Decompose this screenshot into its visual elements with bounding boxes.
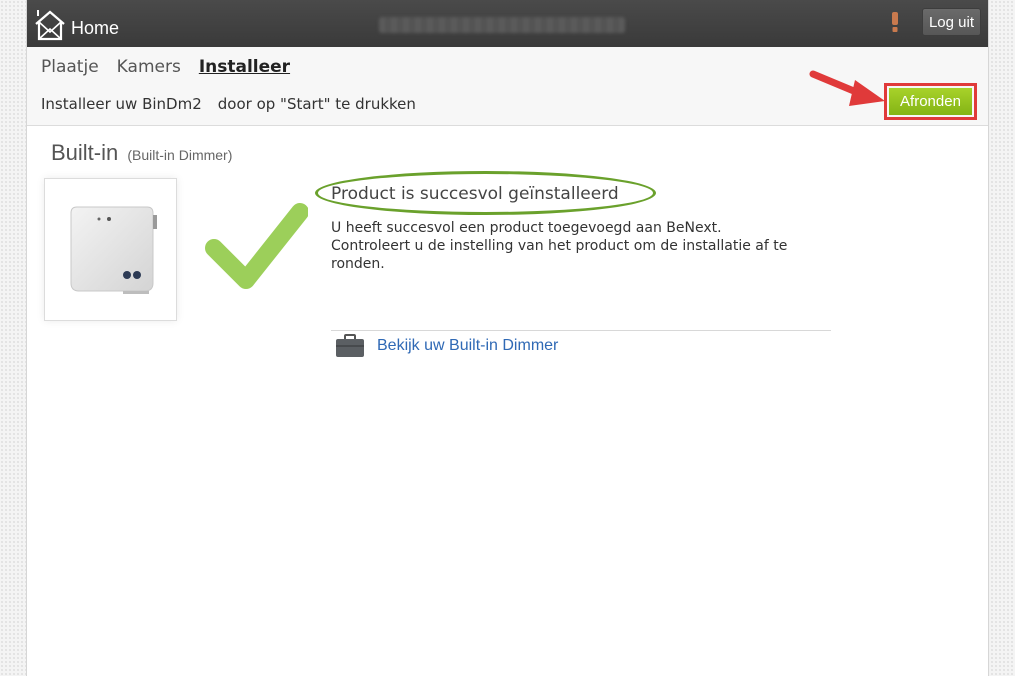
- instruction-device: BinDm2: [142, 95, 202, 113]
- tab-plaatje[interactable]: Plaatje: [41, 57, 99, 77]
- dimmer-product-image: [70, 206, 157, 294]
- background-pattern-left: [0, 0, 26, 676]
- alert-icon[interactable]: [891, 12, 899, 32]
- device-subtitle: (Built-in Dimmer): [127, 147, 233, 163]
- top-bar: Home Log uit: [27, 0, 988, 47]
- success-message: U heeft succesvol een product toegevoegd…: [331, 219, 821, 273]
- briefcase-icon: [336, 334, 364, 357]
- home-link[interactable]: Home: [33, 4, 119, 42]
- success-line-2: Controleert u de instelling van het prod…: [331, 238, 788, 272]
- view-device-label: Bekijk uw Built-in Dimmer: [377, 337, 559, 354]
- finish-button[interactable]: Afronden: [889, 88, 972, 115]
- tab-kamers[interactable]: Kamers: [117, 57, 181, 77]
- instruction-suffix: door op "Start" te drukken: [217, 95, 416, 113]
- annotation-arrow-icon: [809, 70, 885, 106]
- background-pattern-right: [990, 0, 1015, 676]
- device-title: Built-in (Built-in Dimmer): [51, 140, 232, 166]
- app-window: Home Log uit Plaatje Kamers Installeer I…: [26, 0, 989, 676]
- tab-bar: Plaatje Kamers Installeer: [41, 57, 290, 77]
- divider: [331, 330, 831, 331]
- tab-installeer[interactable]: Installeer: [199, 57, 290, 77]
- logout-button[interactable]: Log uit: [922, 8, 981, 36]
- home-label: Home: [71, 18, 120, 38]
- instruction-prefix: Installeer uw: [41, 95, 143, 113]
- device-title-text: Built-in: [51, 140, 119, 165]
- success-check-icon: [205, 203, 308, 289]
- blurred-title: [379, 17, 625, 33]
- view-device-link[interactable]: Bekijk uw Built-in Dimmer: [335, 334, 558, 358]
- success-title: Product is succesvol geïnstalleerd: [331, 184, 619, 204]
- product-image-card: [44, 178, 177, 321]
- success-line-1: U heeft succesvol een product toegevoegd…: [331, 220, 722, 236]
- home-icon: [35, 10, 65, 41]
- install-instruction: Installeer uw BinDm2 door op "Start" te …: [41, 95, 416, 113]
